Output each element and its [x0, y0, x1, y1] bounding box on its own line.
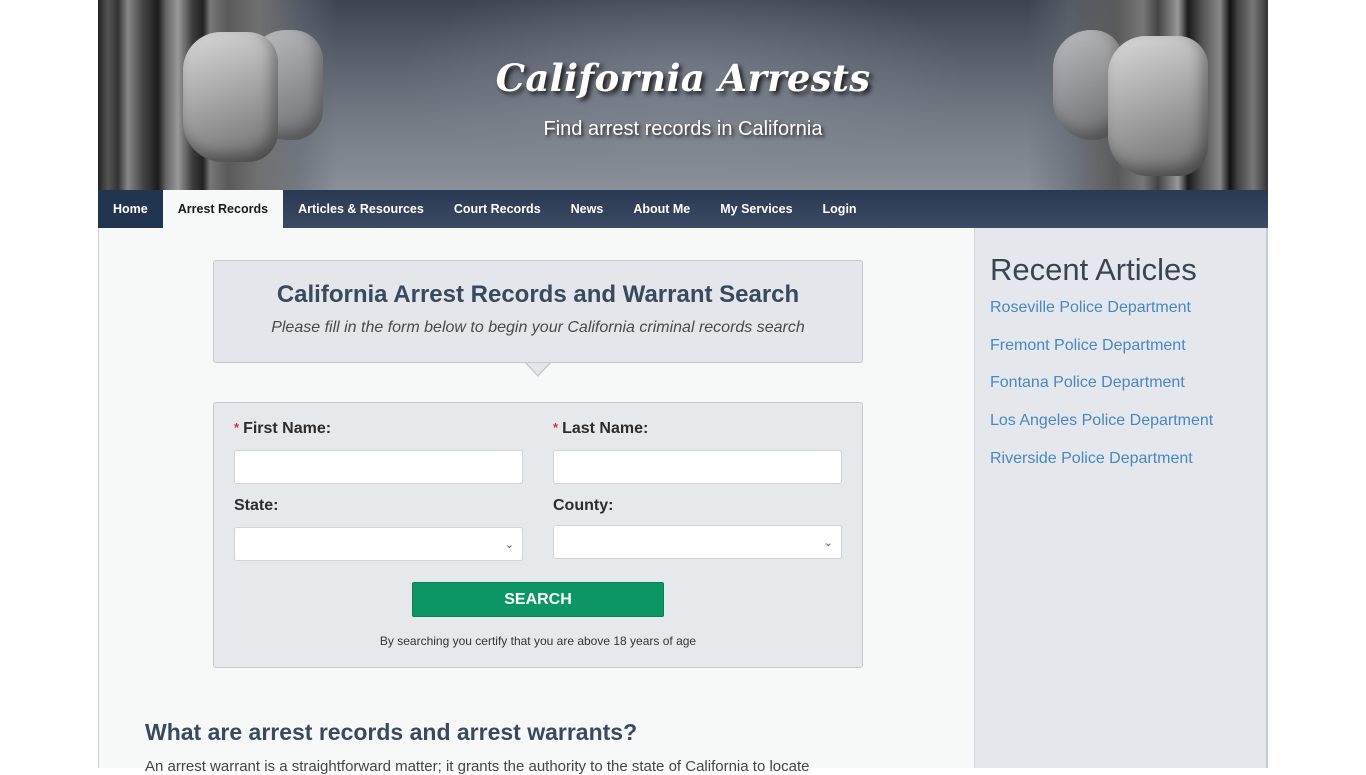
- recent-article-link[interactable]: Riverside Police Department: [990, 450, 1213, 488]
- county-select[interactable]: ⌄: [553, 525, 842, 559]
- chevron-down-icon: ⌄: [504, 539, 514, 551]
- callout-pointer: [525, 361, 551, 375]
- page-wrapper: California Arrests Find arrest records i…: [98, 0, 1268, 775]
- last-name-label: * Last Name:: [553, 420, 842, 442]
- recent-article-link[interactable]: Fremont Police Department: [990, 337, 1213, 375]
- nav-articles-resources[interactable]: Articles & Resources: [283, 190, 439, 228]
- search-subtitle: Please fill in the form below to begin y…: [271, 319, 805, 336]
- site-title[interactable]: California Arrests: [98, 56, 1268, 100]
- required-marker: *: [553, 420, 559, 435]
- required-marker: *: [234, 420, 240, 435]
- state-field-group: State: ⌄: [234, 497, 523, 561]
- sidebar: Recent Articles Roseville Police Departm…: [974, 228, 1268, 768]
- recent-article-link[interactable]: Los Angeles Police Department: [990, 412, 1213, 450]
- search-button[interactable]: SEARCH: [412, 582, 664, 617]
- site-tagline: Find arrest records in California: [543, 118, 823, 140]
- recent-articles-title: Recent Articles: [990, 252, 1197, 287]
- nav-my-services[interactable]: My Services: [705, 190, 807, 228]
- nav-court-records[interactable]: Court Records: [439, 190, 556, 228]
- article-paragraph: An arrest warrant is a straightforward m…: [145, 758, 810, 775]
- main-content: California Arrest Records and Warrant Se…: [98, 228, 974, 775]
- article-heading: What are arrest records and arrest warra…: [145, 719, 638, 745]
- main-nav: Home Arrest Records Articles & Resources…: [98, 190, 1268, 228]
- county-label: County:: [553, 497, 614, 514]
- nav-news[interactable]: News: [556, 190, 619, 228]
- last-name-field-group: * Last Name:: [553, 420, 842, 484]
- age-disclaimer: By searching you certify that you are ab…: [379, 634, 697, 648]
- last-name-input[interactable]: [553, 450, 842, 484]
- header-banner: California Arrests Find arrest records i…: [98, 0, 1268, 190]
- recent-articles-list: Roseville Police Department Fremont Poli…: [990, 299, 1213, 487]
- nav-about-me[interactable]: About Me: [618, 190, 705, 228]
- nav-login[interactable]: Login: [808, 190, 872, 228]
- last-name-label-text: Last Name:: [562, 420, 649, 437]
- nav-arrest-records[interactable]: Arrest Records: [162, 190, 284, 228]
- first-name-label-text: First Name:: [243, 420, 332, 437]
- search-form: * First Name: * Last Name: State: ⌄ County…: [213, 402, 863, 668]
- first-name-input[interactable]: [234, 450, 523, 484]
- first-name-field-group: * First Name:: [234, 420, 523, 484]
- search-intro-box: California Arrest Records and Warrant Se…: [213, 260, 863, 363]
- recent-article-link[interactable]: Roseville Police Department: [990, 299, 1213, 337]
- chevron-down-icon: ⌄: [823, 537, 833, 549]
- state-select[interactable]: ⌄: [234, 527, 523, 561]
- first-name-label: * First Name:: [234, 420, 523, 442]
- state-label: State:: [234, 497, 279, 514]
- nav-arrest-records-label: Arrest Records: [177, 202, 269, 216]
- recent-article-link[interactable]: Fontana Police Department: [990, 374, 1213, 412]
- nav-home[interactable]: Home: [98, 190, 163, 228]
- county-field-group: County: ⌄: [553, 497, 842, 559]
- search-title: California Arrest Records and Warrant Se…: [276, 281, 800, 308]
